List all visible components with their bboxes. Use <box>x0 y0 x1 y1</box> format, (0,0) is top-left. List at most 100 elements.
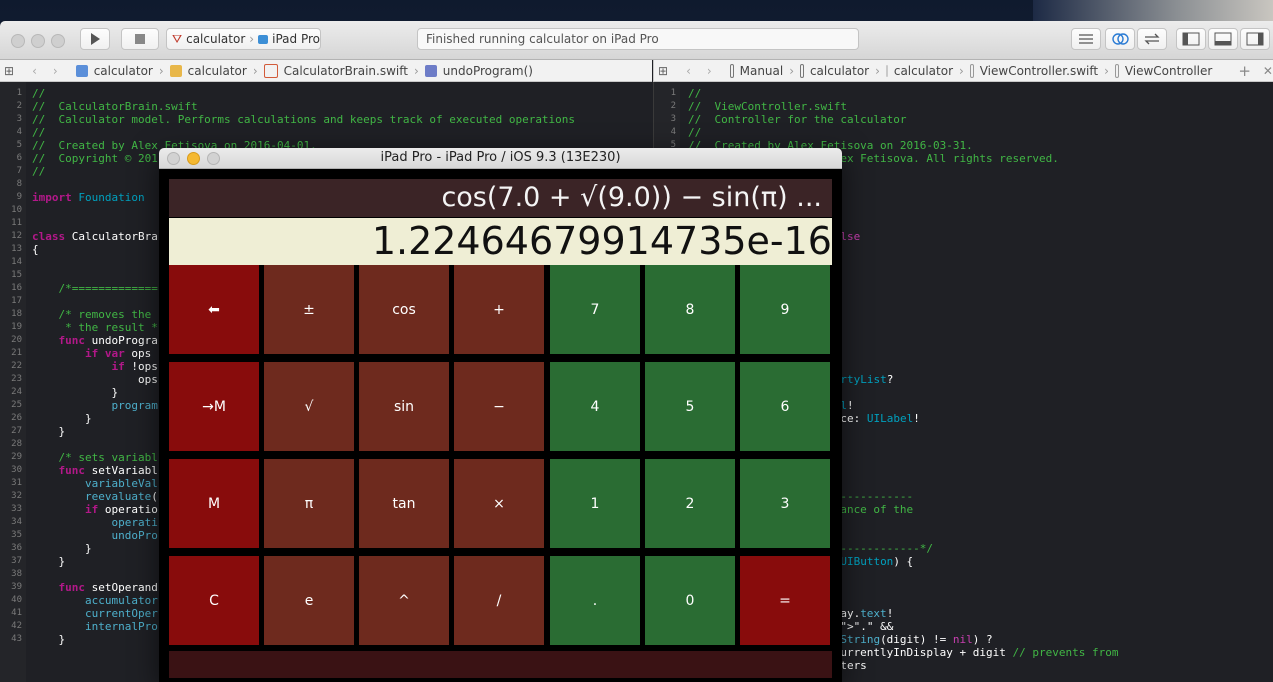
debug-toggle-button[interactable] <box>1208 28 1238 50</box>
jump-mode[interactable]: Manual <box>740 64 784 78</box>
line-number: 36 <box>11 543 22 553</box>
jump-file[interactable]: ViewController.swift <box>980 64 1098 78</box>
digit-2-button[interactable]: 2 <box>645 459 735 548</box>
plus-minus-button[interactable]: ± <box>264 265 354 354</box>
digit-5-button[interactable]: 5 <box>645 362 735 451</box>
line-number: 37 <box>11 556 22 566</box>
digit-1-button[interactable]: 1 <box>550 459 640 548</box>
utilities-toggle-button[interactable] <box>1240 28 1270 50</box>
line-numbers: 1 2 3 4 5 6 7 8 9 10 11 12 13 14 15 16 17 18 19 20 21 22 23 24 2… <box>0 87 22 646</box>
line-number: 25 <box>11 400 22 410</box>
multiply-button[interactable]: × <box>454 459 544 548</box>
scheme-app: calculator <box>186 32 246 46</box>
zoom-button[interactable] <box>207 152 220 165</box>
divide-button[interactable]: / <box>454 556 544 645</box>
chevron-right-icon: › <box>875 63 880 78</box>
key-label: . <box>592 592 598 609</box>
method-icon <box>424 64 437 77</box>
close-button[interactable] <box>167 152 180 165</box>
decimal-button[interactable]: . <box>550 556 640 645</box>
digit-7-button[interactable]: 7 <box>550 265 640 354</box>
power-button[interactable]: ^ <box>359 556 449 645</box>
line-number: 32 <box>11 491 22 501</box>
line-number: 30 <box>11 465 22 475</box>
code-line[interactable]: // <box>688 87 1118 100</box>
cos-button[interactable]: cos <box>359 265 449 354</box>
related-items-icon[interactable]: ⊞ <box>4 64 14 78</box>
chevron-right-icon: › <box>413 63 419 78</box>
line-number: 4 <box>670 127 676 137</box>
assistant-editor-button[interactable] <box>1105 28 1135 50</box>
line-number: 6 <box>16 153 22 163</box>
digit-9-button[interactable]: 9 <box>740 265 830 354</box>
minimize-button[interactable] <box>187 152 200 165</box>
back-arrow-icon[interactable]: ‹ <box>32 64 37 78</box>
code-line[interactable]: // <box>32 126 575 139</box>
equals-button[interactable]: = <box>740 556 830 645</box>
line-number: 15 <box>11 270 22 280</box>
digit-6-button[interactable]: 6 <box>740 362 830 451</box>
swift-file-icon <box>969 63 974 78</box>
line-number: 22 <box>11 361 22 371</box>
jump-project[interactable]: calculator <box>94 64 153 78</box>
operation-sequence-label: cos(7.0 + √(9.0)) − sin(π) ... <box>169 179 832 217</box>
stop-button[interactable] <box>121 28 159 50</box>
close-editor-icon[interactable]: ✕ <box>1263 64 1273 78</box>
code-line[interactable]: // ViewController.swift <box>688 100 1118 113</box>
back-arrow-icon[interactable]: ‹ <box>686 64 691 78</box>
sqrt-button[interactable]: √ <box>264 362 354 451</box>
version-editor-button[interactable] <box>1137 28 1167 50</box>
line-number: 28 <box>11 439 22 449</box>
left-panel-icon <box>1182 32 1200 46</box>
key-label: 6 <box>780 398 790 415</box>
forward-arrow-icon[interactable]: › <box>53 64 58 78</box>
minimize-button[interactable] <box>31 34 45 48</box>
code-line[interactable]: // Controller for the calculator <box>688 113 1118 126</box>
jump-folder[interactable]: calculator <box>894 64 953 78</box>
digit-0-button[interactable]: 0 <box>645 556 735 645</box>
desktop-wallpaper <box>1033 0 1273 22</box>
jump-project[interactable]: calculator <box>810 64 869 78</box>
standard-editor-button[interactable] <box>1071 28 1101 50</box>
backspace-button[interactable]: ⬅ <box>169 265 259 354</box>
line-number: 12 <box>11 231 22 241</box>
key-label: × <box>493 495 505 512</box>
right-panel-icon <box>1246 32 1264 46</box>
key-label: = <box>779 592 791 609</box>
jump-folder[interactable]: calculator <box>188 64 247 78</box>
related-items-icon[interactable]: ⊞ <box>658 64 668 78</box>
code-line[interactable]: // <box>32 87 575 100</box>
zoom-button[interactable] <box>51 34 65 48</box>
navigator-toggle-button[interactable] <box>1176 28 1206 50</box>
jump-class[interactable]: ViewController <box>1125 64 1213 78</box>
forward-arrow-icon[interactable]: › <box>707 64 712 78</box>
e-button[interactable]: e <box>264 556 354 645</box>
store-memory-button[interactable]: →M <box>169 362 259 451</box>
line-number: 42 <box>11 621 22 631</box>
sin-button[interactable]: sin <box>359 362 449 451</box>
digit-3-button[interactable]: 3 <box>740 459 830 548</box>
right-jump-bar: ⊞ ‹ › Manual › calculator › calculator ›… <box>653 60 1273 82</box>
scheme-selector[interactable]: ⛛ calculator › iPad Pro <box>166 28 321 50</box>
add-editor-icon[interactable]: + <box>1238 62 1251 80</box>
chevron-right-icon: › <box>789 63 795 78</box>
code-line[interactable]: // CalculatorBrain.swift <box>32 100 575 113</box>
line-number: 13 <box>11 244 22 254</box>
jump-file[interactable]: CalculatorBrain.swift <box>284 64 408 78</box>
memory-button[interactable]: M <box>169 459 259 548</box>
plus-button[interactable]: + <box>454 265 544 354</box>
pi-button[interactable]: π <box>264 459 354 548</box>
key-label: ^ <box>398 592 410 609</box>
minus-button[interactable]: − <box>454 362 544 451</box>
jump-method[interactable]: undoProgram() <box>443 64 533 78</box>
key-label: 7 <box>590 301 600 318</box>
digit-4-button[interactable]: 4 <box>550 362 640 451</box>
code-line[interactable]: // <box>688 126 1118 139</box>
run-button[interactable] <box>80 28 110 50</box>
code-line[interactable]: // Calculator model. Performs calculatio… <box>32 113 575 126</box>
close-button[interactable] <box>11 34 25 48</box>
digit-8-button[interactable]: 8 <box>645 265 735 354</box>
clear-button[interactable]: C <box>169 556 259 645</box>
simulator-title: iPad Pro - iPad Pro / iOS 9.3 (13E230) <box>380 150 621 165</box>
tan-button[interactable]: tan <box>359 459 449 548</box>
